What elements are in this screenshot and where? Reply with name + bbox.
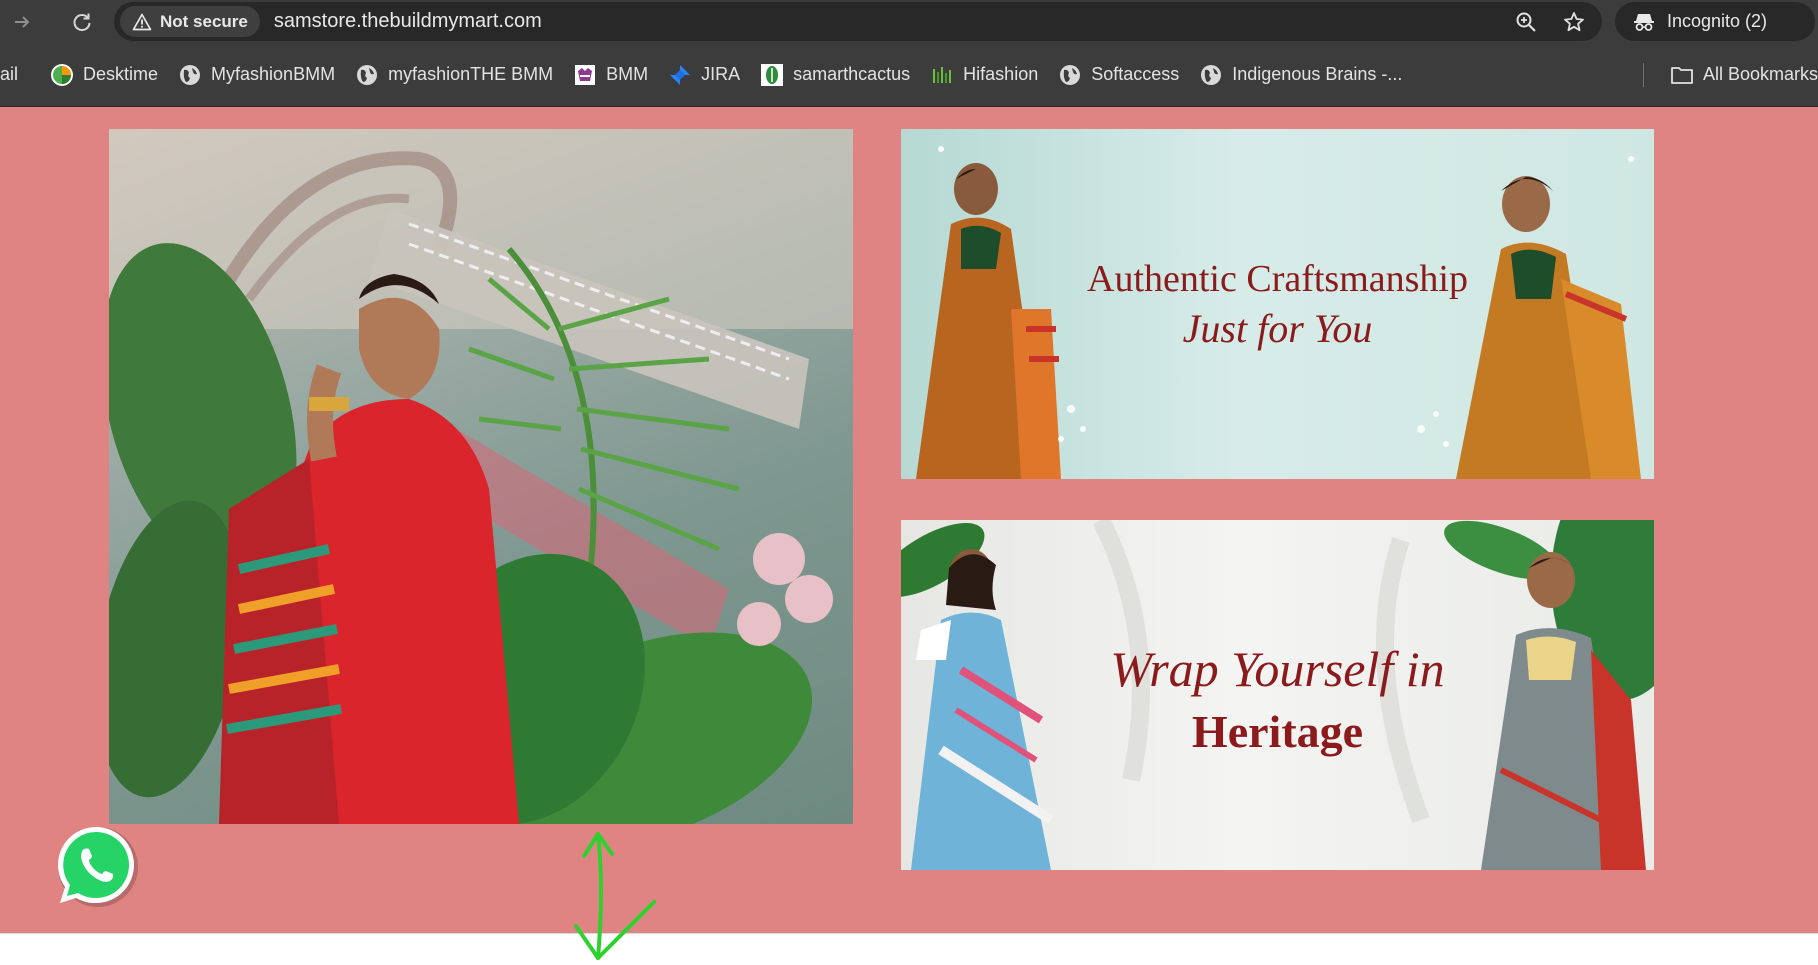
reload-icon [73, 13, 91, 31]
cactus-icon [760, 63, 784, 87]
warning-icon [132, 13, 152, 30]
bookmark-star-button[interactable] [1560, 8, 1588, 36]
zoom-button[interactable] [1512, 8, 1540, 36]
bookmarks-bar: ail Desktime MyfashionBMM myfashionTHE B… [0, 43, 1818, 107]
banner-one-illustration [916, 146, 1641, 479]
all-bookmarks-button[interactable]: All Bookmarks [1660, 55, 1818, 95]
page-content: Authentic Craftsmanship Just for You Wra… [0, 107, 1818, 933]
star-icon [1564, 11, 1584, 31]
banner-wrap-yourself[interactable]: Wrap Yourself in Heritage [901, 520, 1654, 870]
hifashion-icon [930, 63, 954, 87]
bookmark-jira[interactable]: JIRA [658, 55, 750, 95]
bookmark-label: Hifashion [963, 64, 1039, 84]
bookmark-label: Softaccess [1091, 64, 1180, 84]
banner-one-title: Authentic Craftsmanship [1087, 258, 1468, 300]
banner-two-subtitle: Heritage [1191, 706, 1364, 757]
hero-image-saree[interactable] [109, 129, 853, 824]
bookmarks-divider [1642, 62, 1644, 87]
bookmark-label: MyfashionBMM [211, 64, 336, 84]
forward-button[interactable] [8, 8, 36, 36]
browser-toolbar: Not secure samstore.thebuildmymart.com I… [0, 0, 1818, 43]
jira-icon [668, 63, 692, 87]
desktime-icon [50, 63, 74, 87]
incognito-icon [1634, 13, 1654, 31]
bookmark-label: Desktime [83, 64, 159, 84]
globe-icon [1199, 63, 1223, 87]
security-label: Not secure [160, 11, 248, 31]
incognito-indicator[interactable]: Incognito (2) [1615, 2, 1815, 41]
address-bar[interactable]: Not secure samstore.thebuildmymart.com [114, 2, 1602, 41]
zoom-icon [1516, 12, 1536, 32]
globe-icon [178, 63, 202, 87]
bookmark-label: myfashionTHE BMM [388, 64, 554, 84]
bookmark-label: Indigenous Brains -... [1232, 64, 1403, 84]
bookmark-samarthcactus[interactable]: samarthcactus [750, 55, 920, 95]
url-text[interactable]: samstore.thebuildmymart.com [274, 10, 542, 33]
resize-arrow-icon [574, 832, 656, 960]
hero-illustration [109, 129, 853, 824]
bookmark-label: BMM [606, 64, 649, 84]
globe-icon [355, 63, 379, 87]
bookmark-myfashionthebmm[interactable]: myfashionTHE BMM [345, 55, 563, 95]
whatsapp-icon [57, 827, 138, 907]
banner-two-title: Wrap Yourself in [1110, 641, 1445, 697]
folder-icon [1670, 63, 1694, 87]
bookmark-hifashion[interactable]: Hifashion [920, 55, 1048, 95]
bookmark-label: ail [0, 64, 19, 84]
bookmark-desktime[interactable]: Desktime [40, 55, 168, 95]
incognito-label: Incognito (2) [1667, 11, 1768, 31]
bookmark-softaccess[interactable]: Softaccess [1048, 55, 1189, 95]
banner-one-subtitle: Just for You [1182, 306, 1373, 351]
forward-arrow-icon [15, 15, 30, 28]
whatsapp-chat-button[interactable] [52, 821, 142, 911]
page-footer-area [0, 933, 1818, 965]
bookmark-label: JIRA [701, 64, 741, 84]
security-indicator[interactable]: Not secure [120, 6, 260, 37]
bookmark-mail[interactable]: ail [0, 55, 28, 95]
bmm-icon [573, 63, 597, 87]
bookmark-myfashionbmm[interactable]: MyfashionBMM [168, 55, 345, 95]
banner-authentic-craftsmanship[interactable]: Authentic Craftsmanship Just for You [901, 129, 1654, 479]
bookmark-label: samarthcactus [793, 64, 911, 84]
all-bookmarks-label: All Bookmarks [1702, 64, 1818, 84]
bookmark-indigenous-brains[interactable]: Indigenous Brains -... [1189, 55, 1412, 95]
reload-button[interactable] [68, 8, 96, 36]
globe-icon [1058, 63, 1082, 87]
bookmark-bmm[interactable]: BMM [563, 55, 658, 95]
